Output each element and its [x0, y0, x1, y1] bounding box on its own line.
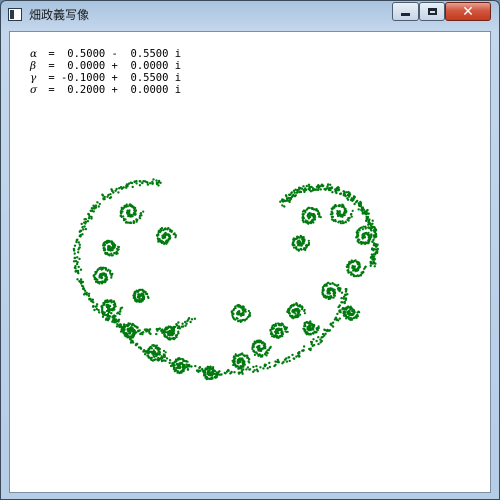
- maximize-icon: [427, 8, 437, 15]
- window-title: 畑政義写像: [29, 8, 90, 22]
- maximize-button[interactable]: [419, 2, 445, 21]
- drawing-area: α = 0.5000 - 0.5500 i β = 0.0000 + 0.000…: [9, 31, 491, 493]
- minimize-button[interactable]: [392, 2, 419, 21]
- close-icon: ✕: [462, 3, 474, 20]
- minimize-icon: [401, 13, 410, 16]
- close-button[interactable]: ✕: [445, 2, 491, 21]
- app-window: 畑政義写像 ✕ α = 0.5000 - 0.5500 i β = 0.0000…: [0, 0, 500, 500]
- app-icon[interactable]: [8, 8, 22, 21]
- title-bar[interactable]: 畑政義写像 ✕: [1, 1, 499, 29]
- fractal-plot: [72, 178, 379, 381]
